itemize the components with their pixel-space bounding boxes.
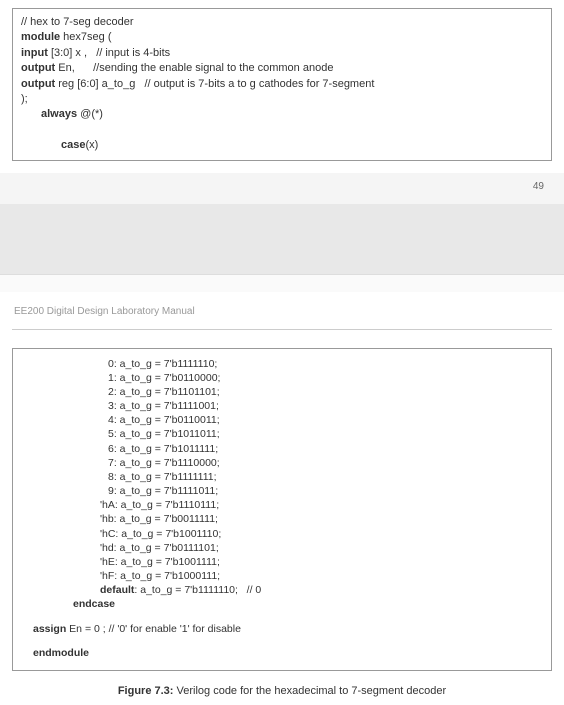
case-8: 8: a_to_g = 7'b1111111; xyxy=(23,470,541,484)
endcase-keyword: endcase xyxy=(73,598,115,610)
case-3: 3: a_to_g = 7'b1111001; xyxy=(23,399,541,413)
figure-text: Verilog code for the hexadecimal to 7-se… xyxy=(173,685,446,697)
case-A: 'hA: a_to_g = 7'b1110111; xyxy=(23,498,541,512)
case-C: 'hC: a_to_g = 7'b1001110; xyxy=(23,527,541,541)
output2-line: output reg [6:0] a_to_g // output is 7-b… xyxy=(21,77,543,92)
case-keyword: case xyxy=(61,139,85,151)
module-line: module hex7seg ( xyxy=(21,30,543,45)
case-D: 'hd: a_to_g = 7'b0111101; xyxy=(23,541,541,555)
case-E: 'hE: a_to_g = 7'b1001111; xyxy=(23,555,541,569)
page-number: 49 xyxy=(0,173,564,204)
module-keyword: module xyxy=(21,31,60,43)
input-line: input [3:0] x , // input is 4-bits xyxy=(21,46,543,61)
case-default: default: a_to_g = 7'b1111110; // 0 xyxy=(23,583,541,597)
case-1: 1: a_to_g = 7'b0110000; xyxy=(23,371,541,385)
case-0: 0: a_to_g = 7'b1111110; xyxy=(23,357,541,371)
case-4: 4: a_to_g = 7'b0110011; xyxy=(23,413,541,427)
input-rest: [3:0] x , // input is 4-bits xyxy=(48,47,170,59)
case-7: 7: a_to_g = 7'b1110000; xyxy=(23,456,541,470)
code-box-bottom: 0: a_to_g = 7'b1111110; 1: a_to_g = 7'b0… xyxy=(12,348,552,671)
case-2: 2: a_to_g = 7'b1101101; xyxy=(23,385,541,399)
output1-line: output En, //sending the enable signal t… xyxy=(21,61,543,76)
figure-label: Figure 7.3: xyxy=(118,685,174,697)
figure-caption: Figure 7.3: Verilog code for the hexadec… xyxy=(12,685,552,697)
endcase-line: endcase xyxy=(23,597,541,611)
case-line: case(x) xyxy=(21,138,543,153)
output-keyword-2: output xyxy=(21,78,55,90)
always-line: always @(*) xyxy=(21,107,543,122)
case-6: 6: a_to_g = 7'b1011111; xyxy=(23,442,541,456)
comment-line: // hex to 7-seg decoder xyxy=(21,15,543,30)
page-bottom-section: EE200 Digital Design Laboratory Manual 0… xyxy=(0,292,564,705)
assign-keyword: assign xyxy=(33,623,66,635)
case-F: 'hF: a_to_g = 7'b1000111; xyxy=(23,569,541,583)
always-keyword: always xyxy=(41,108,77,120)
endmodule-keyword: endmodule xyxy=(33,647,89,659)
output-keyword-1: output xyxy=(21,62,55,74)
case-rest: (x) xyxy=(85,139,98,151)
module-name: hex7seg ( xyxy=(60,31,111,43)
case-5: 5: a_to_g = 7'b1011011; xyxy=(23,427,541,441)
case-9: 9: a_to_g = 7'b1111011; xyxy=(23,484,541,498)
assign-rest: En = 0 ; // '0' for enable '1' for disab… xyxy=(66,623,241,635)
input-keyword: input xyxy=(21,47,48,59)
output2-rest: reg [6:0] a_to_g // output is 7-bits a t… xyxy=(55,78,374,90)
case-B: 'hb: a_to_g = 7'b0011111; xyxy=(23,512,541,526)
default-keyword: default xyxy=(100,584,134,596)
default-rest: : a_to_g = 7'b1111110; // 0 xyxy=(134,584,261,596)
manual-header: EE200 Digital Design Laboratory Manual xyxy=(12,302,552,330)
close-paren-line: ); xyxy=(21,92,543,107)
code-box-top: // hex to 7-seg decoder module hex7seg (… xyxy=(12,8,552,161)
page-gap xyxy=(0,204,564,274)
blank-line xyxy=(21,123,543,138)
assign-line: assign En = 0 ; // '0' for enable '1' fo… xyxy=(23,622,541,636)
page-gap-light xyxy=(0,274,564,292)
page-top-section: // hex to 7-seg decoder module hex7seg (… xyxy=(0,0,564,173)
always-rest: @(*) xyxy=(77,108,103,120)
endmodule-line: endmodule xyxy=(23,646,541,660)
output1-rest: En, //sending the enable signal to the c… xyxy=(55,62,333,74)
